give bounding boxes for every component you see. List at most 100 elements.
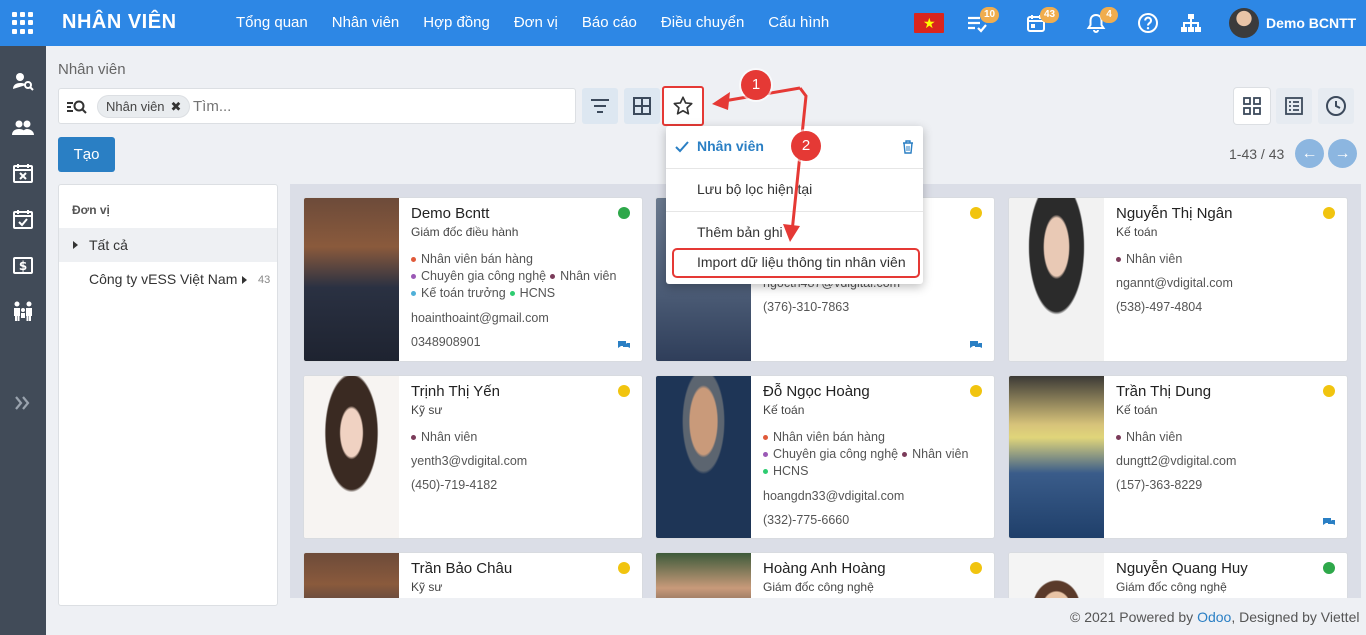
menu-item-employees[interactable]: Nhân viên	[332, 14, 400, 31]
odoo-link[interactable]: Odoo	[1197, 609, 1231, 625]
status-dot	[618, 385, 630, 397]
org-chart-icon[interactable]	[1179, 12, 1203, 34]
employee-job: Kỹ sư	[411, 403, 443, 417]
user-menu[interactable]: Demo BCNTT	[1229, 8, 1356, 38]
employee-name: Trịnh Thị Yến	[411, 383, 500, 400]
employee-name: Đỗ Ngọc Hoàng	[763, 383, 870, 400]
bell-icon[interactable]: 4	[1084, 7, 1118, 34]
status-dot	[618, 562, 630, 574]
tag: Chuyên gia công nghệ	[411, 269, 546, 283]
chat-icon[interactable]	[969, 340, 983, 351]
employee-card[interactable]: Nguyễn Thị Ngân Kế toán Nhân viên ngannt…	[1008, 197, 1348, 362]
apps-menu-icon[interactable]	[12, 12, 34, 34]
employee-card[interactable]: Trần Thị Dung Kế toán Nhân viên dungtt2@…	[1008, 375, 1348, 539]
tag: Nhân viên	[411, 430, 477, 444]
employee-card[interactable]: Trịnh Thị Yến Kỹ sư Nhân viên yenth3@vdi…	[303, 375, 643, 539]
tag: Nhân viên	[550, 269, 616, 283]
user-avatar	[1229, 8, 1259, 38]
save-current-filter-item[interactable]: Lưu bộ lọc hiện tại	[666, 180, 923, 202]
tag: Nhân viên bán hàng	[411, 252, 533, 266]
employee-phone: (332)-775-6660	[763, 513, 850, 527]
employee-email: hoainthoaint@gmail.com	[411, 311, 549, 325]
employee-card[interactable]: Hoàng Anh Hoàng Giám đốc công nghệ	[655, 552, 995, 598]
employee-tags: Nhân viên	[1116, 251, 1344, 268]
favorite-item-label: Nhân viên	[697, 138, 764, 154]
filter-icon	[591, 99, 609, 113]
tag: Chuyên gia công nghệ	[763, 447, 898, 461]
activity-view-button[interactable]	[1318, 88, 1354, 124]
search-bar[interactable]: Nhân viên ✖	[58, 88, 576, 124]
filters-button[interactable]	[582, 88, 618, 124]
status-dot	[1323, 207, 1335, 219]
salary-icon[interactable]: $	[12, 254, 34, 276]
add-record-item[interactable]: Thêm bản ghi	[666, 223, 923, 245]
chat-icon[interactable]	[617, 340, 631, 351]
employee-card[interactable]: Đỗ Ngọc Hoàng Kế toán Nhân viên bán hàng…	[655, 375, 995, 539]
expand-icon[interactable]	[12, 392, 34, 414]
employee-tags: Nhân viên bán hàng Chuyên gia công nghệ N…	[411, 251, 639, 302]
breadcrumb: Nhân viên	[58, 61, 126, 78]
help-icon[interactable]	[1136, 12, 1160, 34]
employee-name: Trần Bảo Châu	[411, 560, 513, 577]
vi-flag-icon[interactable]	[914, 13, 944, 33]
calendar-check-icon[interactable]	[12, 208, 34, 230]
tag: Nhân viên bán hàng	[763, 430, 885, 444]
tag: Nhân viên	[902, 447, 968, 461]
employee-job: Giám đốc điều hành	[411, 225, 519, 239]
pager-previous-button[interactable]: ←	[1295, 139, 1324, 168]
list-view-button[interactable]	[1276, 88, 1312, 124]
chat-icon[interactable]	[1322, 517, 1336, 528]
activities-icon[interactable]: 10	[964, 7, 1000, 34]
employee-name: Nguyễn Quang Huy	[1116, 560, 1248, 577]
employee-job: Kế toán	[1116, 225, 1158, 239]
search-facet[interactable]: Nhân viên ✖	[97, 95, 191, 118]
create-button[interactable]: Tạo	[58, 137, 115, 172]
pager-value[interactable]: 1-43 / 43	[1229, 146, 1284, 162]
search-input[interactable]	[193, 95, 553, 117]
grid-icon	[1243, 97, 1261, 115]
menu-item-configuration[interactable]: Cấu hình	[768, 14, 829, 31]
panel-item-company-label: Công ty vESS Việt Nam	[89, 271, 238, 287]
activities-badge: 10	[980, 7, 1000, 23]
family-icon[interactable]	[12, 300, 34, 322]
employee-tags: Nhân viên	[1116, 429, 1344, 446]
panel-item-count: 43	[258, 274, 271, 286]
users-icon[interactable]	[12, 116, 34, 138]
menu-item-reports[interactable]: Báo cáo	[582, 14, 637, 31]
employee-photo	[304, 376, 399, 538]
status-dot	[1323, 562, 1335, 574]
tag: Kế toán trưởng	[411, 286, 506, 300]
menu-item-contracts[interactable]: Hợp đồng	[423, 14, 490, 31]
employee-card[interactable]: Demo Bcntt Giám đốc điều hành Nhân viên …	[303, 197, 643, 362]
calendar-icon[interactable]: 43	[1024, 7, 1060, 34]
group-by-button[interactable]	[624, 88, 660, 124]
employee-card[interactable]: Nguyễn Quang Huy Giám đốc công nghệ	[1008, 552, 1348, 598]
employee-tags: Nhân viên bán hàng Chuyên gia công nghệ N…	[763, 429, 991, 480]
pager-next-button[interactable]: →	[1328, 139, 1357, 168]
employee-photo	[1009, 198, 1104, 361]
kanban-view-button[interactable]	[1234, 88, 1270, 124]
employee-card[interactable]: Trần Bảo Châu Kỹ sư	[303, 552, 643, 598]
trash-icon[interactable]	[902, 140, 914, 154]
favorites-button[interactable]	[662, 86, 704, 126]
user-search-icon[interactable]	[12, 70, 34, 92]
menu-item-transfers[interactable]: Điều chuyển	[661, 14, 744, 31]
employee-photo	[304, 553, 399, 598]
panel-item-all[interactable]: Tất cả	[59, 228, 277, 262]
svg-text:$: $	[19, 259, 27, 273]
user-name: Demo BCNTT	[1266, 15, 1357, 31]
calendar-x-icon[interactable]	[12, 162, 34, 184]
status-dot	[970, 562, 982, 574]
panel-item-company[interactable]: Công ty vESS Việt Nam	[89, 271, 248, 287]
employee-job: Giám đốc công nghệ	[763, 580, 874, 594]
facet-remove-icon[interactable]: ✖	[171, 99, 182, 114]
top-navbar: NHÂN VIÊN Tổng quan Nhân viên Hợp đồng Đ…	[0, 0, 1366, 46]
employee-job: Kế toán	[1116, 403, 1158, 417]
employee-photo	[1009, 553, 1104, 598]
favorite-item-label: Lưu bộ lọc hiện tại	[697, 181, 813, 197]
menu-item-overview[interactable]: Tổng quan	[236, 14, 308, 31]
menu-item-departments[interactable]: Đơn vị	[514, 14, 558, 31]
status-dot	[1323, 385, 1335, 397]
caret-right-icon	[73, 241, 78, 249]
favorite-item-label: Thêm bản ghi	[697, 224, 783, 240]
